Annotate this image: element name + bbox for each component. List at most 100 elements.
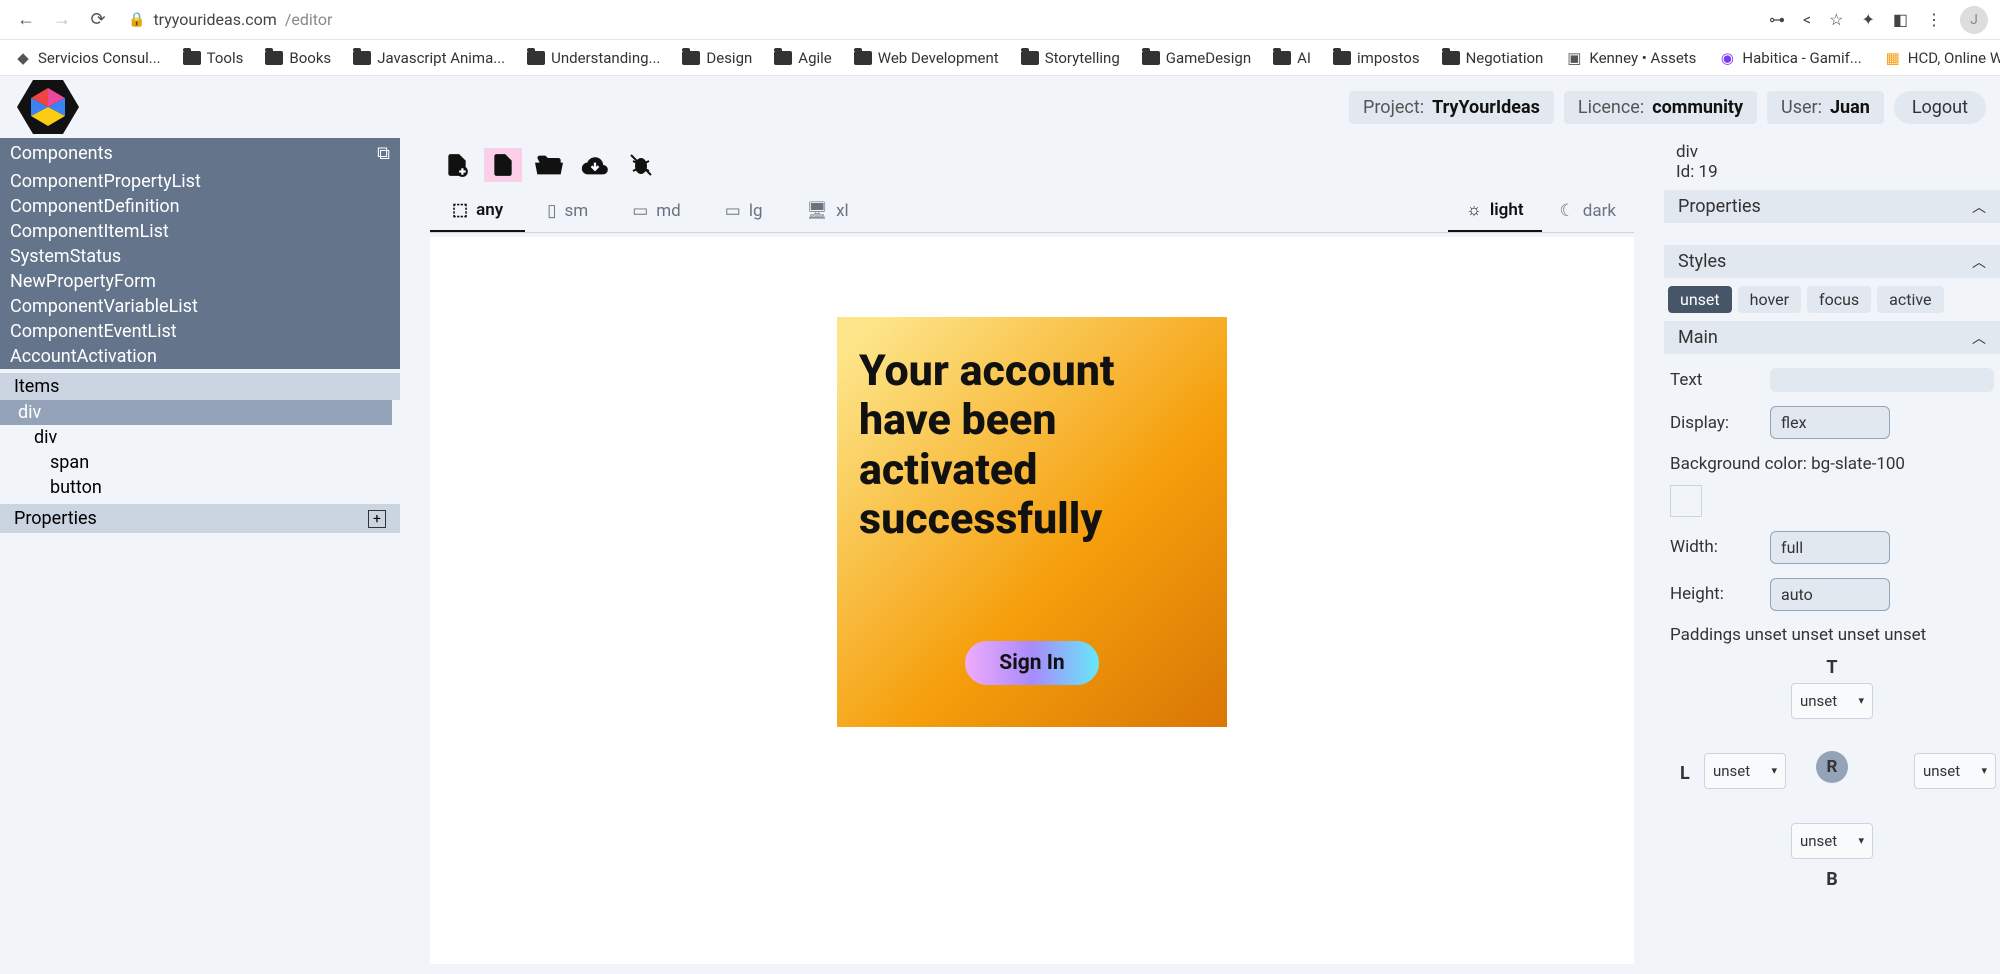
pad-left-select[interactable]: unset▾ [1704,753,1786,789]
bg-color-swatch[interactable] [1670,485,1702,517]
bug-off-icon[interactable] [622,148,660,182]
preview-card: Your account have been activated success… [837,317,1227,727]
breakpoint-label: md [656,201,681,221]
tree-item[interactable]: div [0,400,392,425]
bookmark-item[interactable]: Understanding... [527,49,660,67]
bookmark-item[interactable]: ▦HCD, Online Whi... [1884,49,2000,67]
bookmark-item[interactable]: ◆Servicios Consul... [14,49,161,67]
url-host: tryyourideas.com [153,10,276,29]
bookmark-item[interactable]: Tools [183,49,244,67]
state-tab-focus[interactable]: focus [1807,286,1871,313]
bookmark-item[interactable]: impostos [1333,49,1420,67]
items-header[interactable]: Items [0,373,400,400]
reload-button[interactable]: ⟳ [84,6,112,34]
bookmark-item[interactable]: ▣Kenney • Assets [1565,49,1696,67]
theme-tab-light[interactable]: ☼light [1448,190,1541,232]
canvas[interactable]: Your account have been activated success… [430,237,1634,964]
bookmark-item[interactable]: Books [265,49,331,67]
component-item[interactable]: NewPropertyForm [0,269,400,294]
sign-in-button[interactable]: Sign In [965,641,1098,685]
breakpoint-tab-xl[interactable]: 🖥xl [785,191,871,231]
profile-avatar[interactable]: J [1960,6,1988,34]
menu-icon[interactable]: ⋮ [1926,10,1942,29]
bookmark-item[interactable]: Storytelling [1021,49,1120,67]
open-folder-icon[interactable] [530,148,568,182]
add-property-icon[interactable]: + [368,510,386,528]
component-item[interactable]: ComponentDefinition [0,194,400,219]
chevron-up-icon: ︿ [1972,252,1986,272]
forward-button[interactable]: → [48,6,76,34]
pad-t-label: T [1826,657,1837,678]
key-icon[interactable]: ⊶ [1769,10,1785,29]
pad-top-select[interactable]: unset▾ [1791,683,1873,719]
bookmark-item[interactable]: Agile [774,49,831,67]
component-item[interactable]: SystemStatus [0,244,400,269]
components-header[interactable]: Components ⧉ [0,138,400,169]
component-item[interactable]: AccountActivation [0,344,400,369]
user-value: Juan [1830,97,1870,118]
share-icon[interactable]: < [1803,10,1811,29]
new-file-icon[interactable] [438,148,476,182]
text-prop-input[interactable] [1770,368,1994,392]
folder-icon [774,51,792,65]
theme-tab-dark[interactable]: ☾dark [1542,191,1634,231]
pad-right-select[interactable]: unset▾ [1914,753,1996,789]
display-prop-input[interactable]: flex [1770,406,1890,439]
cloud-download-icon[interactable] [576,148,614,182]
breakpoint-tab-sm[interactable]: ▯sm [525,191,610,231]
bookmark-item[interactable]: Design [682,49,752,67]
height-prop-input[interactable]: auto [1770,578,1890,611]
edit-file-icon[interactable] [484,148,522,182]
address-bar[interactable]: 🔒 tryyourideas.com/editor [128,10,332,29]
pad-center-badge[interactable]: R [1816,751,1848,783]
width-prop-input[interactable]: full [1770,531,1890,564]
component-item[interactable]: ComponentEventList [0,319,400,344]
add-component-icon[interactable]: ⧉ [377,143,390,164]
tree-item[interactable]: button [0,475,392,500]
bookmark-label: GameDesign [1166,49,1251,67]
pad-bottom-select[interactable]: unset▾ [1791,823,1873,859]
component-item[interactable]: ComponentPropertyList [0,169,400,194]
panel-icon[interactable]: ◧ [1893,10,1908,29]
breakpoint-label: xl [836,201,849,221]
breakpoint-tab-any[interactable]: ⬚any [430,190,525,232]
state-tab-hover[interactable]: hover [1738,286,1801,313]
app-logo[interactable] [14,78,82,136]
main-style-header[interactable]: Main ︿ [1664,321,2000,354]
lock-icon: 🔒 [128,12,145,28]
components-list: ComponentPropertyListComponentDefinition… [0,169,400,369]
extensions-icon[interactable]: ✦ [1861,10,1874,29]
right-styles-header[interactable]: Styles ︿ [1664,245,2000,278]
state-tab-unset[interactable]: unset [1668,286,1732,313]
left-properties-header[interactable]: Properties + [0,504,400,533]
state-tab-active[interactable]: active [1877,286,1943,313]
component-item[interactable]: ComponentItemList [0,219,400,244]
right-properties-header[interactable]: Properties ︿ [1664,190,2000,223]
chevron-up-icon: ︿ [1972,328,1986,348]
browser-toolbar: ← → ⟳ 🔒 tryyourideas.com/editor ⊶ < ☆ ✦ … [0,0,2000,40]
bookmark-item[interactable]: Javascript Anima... [353,49,505,67]
bookmark-item[interactable]: AI [1273,49,1311,67]
device-icon: ⬚ [452,200,468,220]
moon-icon: ☾ [1560,201,1575,221]
selected-element-tag: div [1676,142,1988,162]
component-item[interactable]: ComponentVariableList [0,294,400,319]
logout-button[interactable]: Logout [1894,91,1986,124]
breakpoint-tab-lg[interactable]: ▭lg [703,191,785,231]
star-icon[interactable]: ☆ [1829,10,1843,29]
breakpoint-tab-md[interactable]: ▭md [610,191,703,231]
bookmark-item[interactable]: Web Development [854,49,999,67]
back-button[interactable]: ← [12,6,40,34]
bookmark-label: HCD, Online Whi... [1908,49,2000,67]
breakpoint-label: lg [749,201,763,221]
tree-item[interactable]: span [0,450,392,475]
bookmark-label: Web Development [878,49,999,67]
bookmark-item[interactable]: GameDesign [1142,49,1251,67]
bookmark-item[interactable]: ◉Habitica - Gamif... [1718,49,1861,67]
tree-item[interactable]: div [0,425,392,450]
bookmark-item[interactable]: Negotiation [1442,49,1544,67]
right-panel: div Id: 19 Properties ︿ Styles ︿ unsetho… [1664,138,2000,974]
bookmark-label: Storytelling [1045,49,1120,67]
sun-icon: ☼ [1466,200,1482,220]
bg-color-label: Background color: bg-slate-100 [1670,453,1994,477]
